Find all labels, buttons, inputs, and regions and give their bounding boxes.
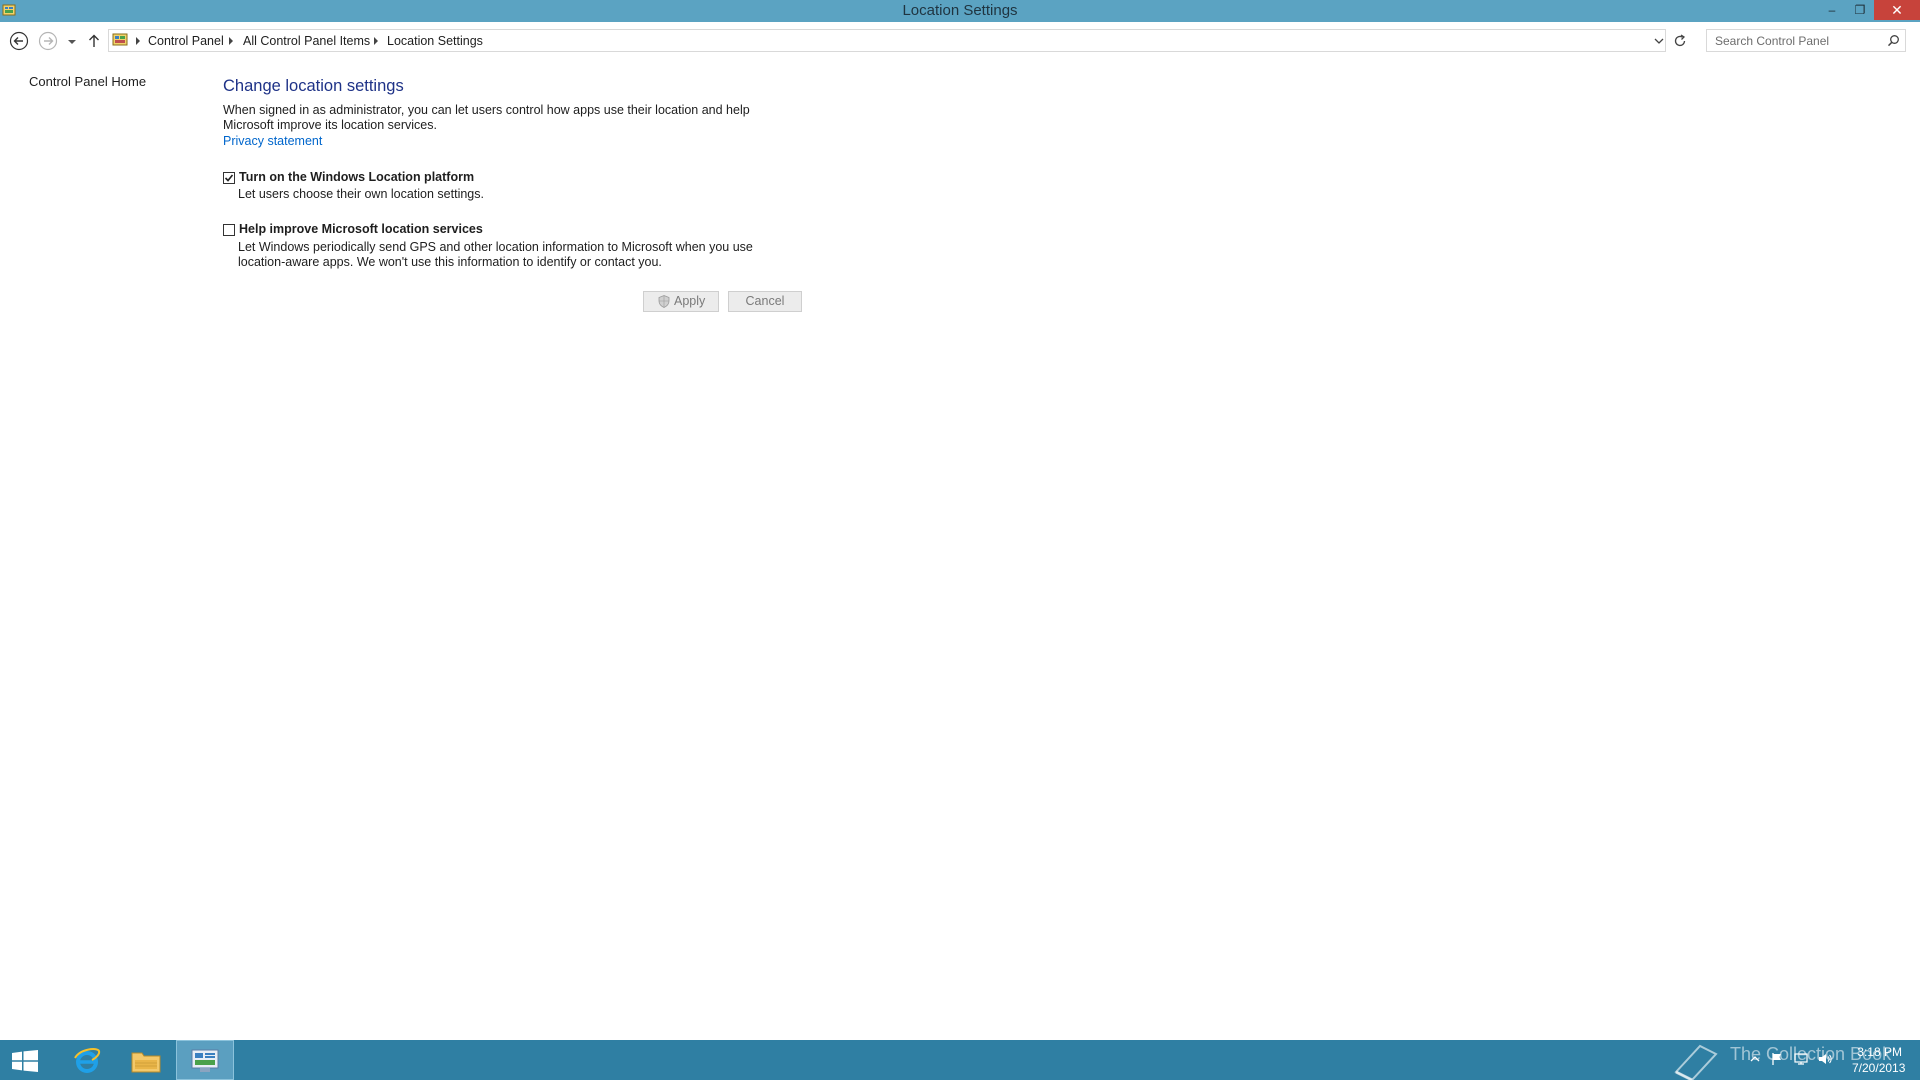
forward-icon[interactable]: [37, 30, 59, 52]
control-panel-icon: [112, 33, 128, 46]
clock-date: 7/20/2013: [1852, 1061, 1906, 1075]
minimize-button[interactable]: –: [1818, 0, 1846, 20]
control-panel-icon: [191, 1049, 219, 1072]
file-explorer-taskbar-button[interactable]: [118, 1040, 176, 1080]
privacy-statement-link[interactable]: Privacy statement: [223, 134, 322, 148]
location-platform-description: Let users choose their own location sett…: [238, 187, 484, 201]
restore-button[interactable]: ❐: [1846, 0, 1874, 20]
breadcrumb-separator-icon[interactable]: [374, 37, 378, 45]
apply-button-label: Apply: [674, 294, 706, 308]
windows-logo-icon: [12, 1050, 38, 1072]
back-icon[interactable]: [8, 30, 30, 52]
taskbar: [0, 1040, 1920, 1080]
control-panel-taskbar-button[interactable]: [176, 1040, 234, 1080]
window-title: Location Settings: [902, 2, 1018, 19]
breadcrumb-separator-icon[interactable]: [136, 37, 140, 45]
network-icon[interactable]: [1794, 1052, 1808, 1066]
show-hidden-icons-chevron-icon[interactable]: [1748, 1052, 1762, 1066]
close-button[interactable]: ✕: [1874, 0, 1920, 20]
breadcrumb-control-panel[interactable]: Control Panel: [148, 34, 224, 48]
location-platform-label[interactable]: Turn on the Windows Location platform: [239, 170, 474, 184]
cancel-button[interactable]: Cancel: [728, 291, 802, 312]
start-button[interactable]: [0, 1040, 58, 1080]
improve-location-services-description-line2: location-aware apps. We won't use this i…: [238, 255, 662, 269]
volume-icon[interactable]: [1818, 1052, 1832, 1066]
shield-icon: [658, 295, 670, 308]
address-dropdown-chevron-icon[interactable]: [1653, 35, 1665, 47]
page-title: Change location settings: [223, 77, 404, 95]
address-bar[interactable]: Control Panel All Control Panel Items Lo…: [108, 29, 1666, 52]
breadcrumb-all-control-panel-items[interactable]: All Control Panel Items: [243, 34, 370, 48]
clock-time: 3:18 PM: [1857, 1045, 1902, 1059]
refresh-icon[interactable]: [1672, 33, 1688, 49]
title-bar: Location Settings – ❐ ✕: [0, 0, 1920, 22]
folder-icon: [131, 1052, 161, 1073]
control-panel-home-link[interactable]: Control Panel Home: [29, 74, 146, 89]
improve-location-services-label[interactable]: Help improve Microsoft location services: [239, 222, 483, 236]
improve-location-services-checkbox[interactable]: [223, 224, 235, 236]
apply-button[interactable]: Apply: [643, 291, 719, 312]
search-box[interactable]: [1706, 29, 1906, 52]
internet-explorer-taskbar-button[interactable]: [58, 1040, 116, 1080]
location-platform-checkbox[interactable]: [223, 172, 235, 184]
breadcrumb-separator-icon[interactable]: [229, 37, 233, 45]
clock[interactable]: 3:18 PM 7/20/2013: [1852, 1044, 1906, 1076]
action-center-flag-icon[interactable]: [1770, 1052, 1784, 1066]
improve-location-services-description-line1: Let Windows periodically send GPS and ot…: [238, 240, 753, 254]
watermark-book-icon: [1674, 1044, 1718, 1080]
page-description: When signed in as administrator, you can…: [223, 103, 750, 132]
search-input[interactable]: [1713, 33, 1877, 49]
search-icon[interactable]: [1887, 34, 1900, 47]
checkmark-icon: [224, 174, 234, 182]
recent-locations-chevron-icon[interactable]: [64, 30, 80, 52]
internet-explorer-icon: [74, 1048, 101, 1073]
up-arrow-icon[interactable]: [84, 30, 104, 52]
breadcrumb-location-settings[interactable]: Location Settings: [387, 34, 483, 48]
